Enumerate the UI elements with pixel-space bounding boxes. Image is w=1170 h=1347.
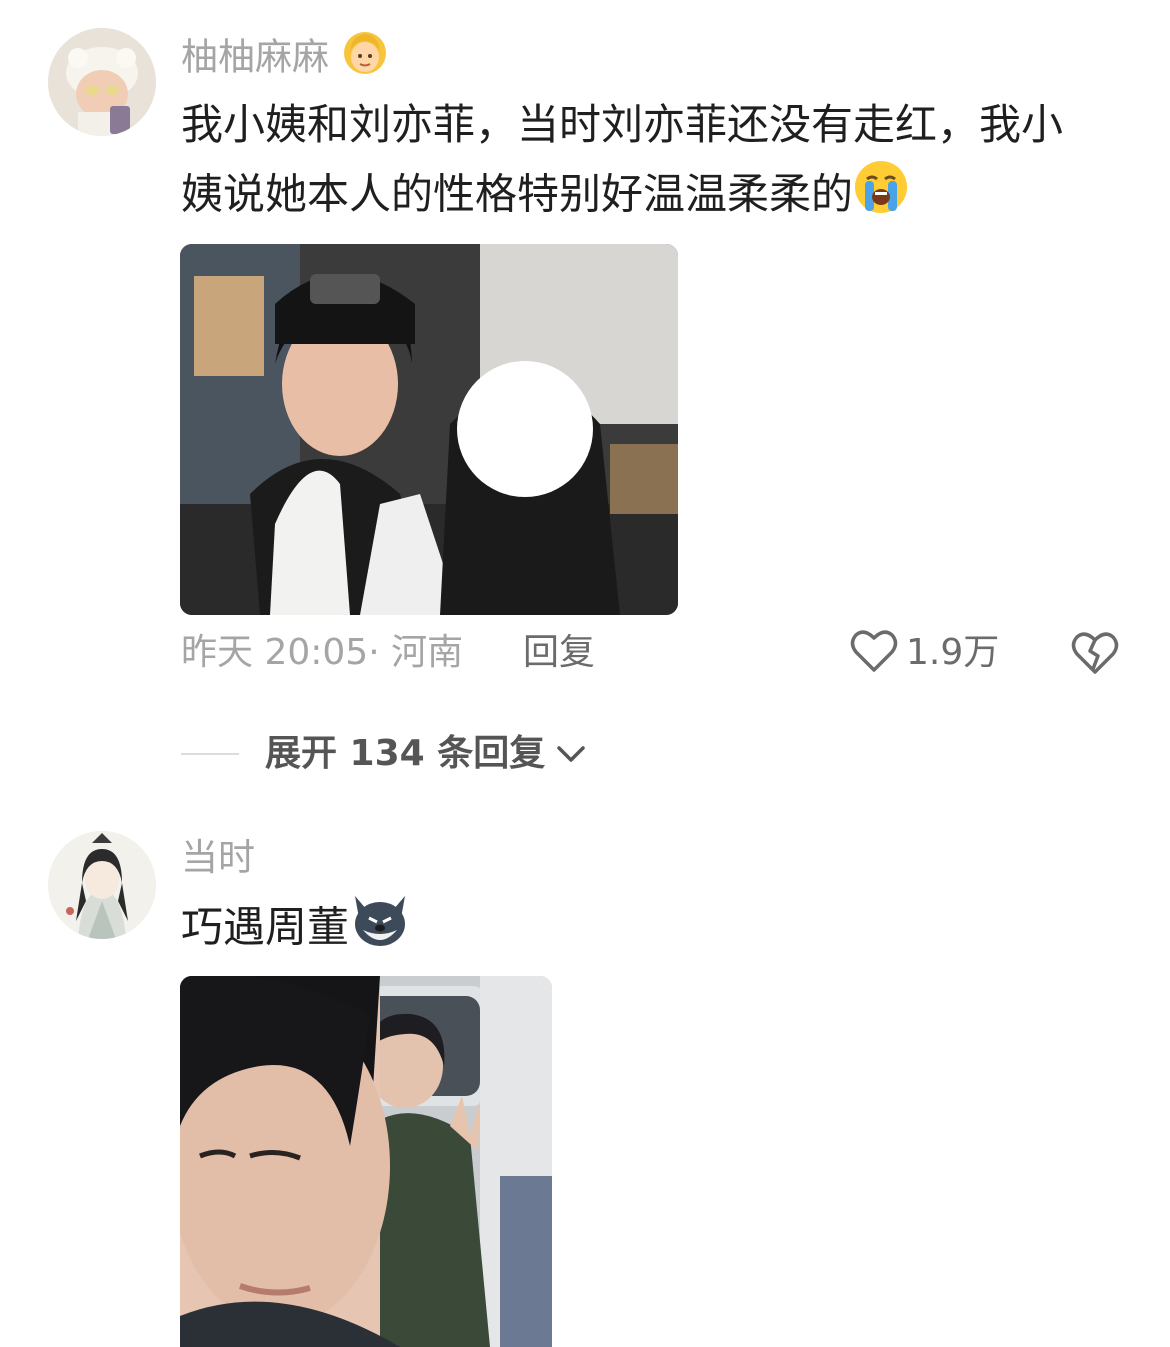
dislike-button[interactable] [1071,631,1119,679]
avatar-ink-character-image [48,831,156,939]
expand-divider [181,753,239,755]
comment-image[interactable] [180,976,552,1347]
expand-replies-button[interactable]: 展开 134 条回复 [181,730,587,778]
crying-face-icon [853,159,909,235]
photo-two-people [180,244,678,615]
comment-text-line: 我小姨和刘亦菲，当时刘亦菲还没有走红，我小 [181,100,1064,149]
like-count: 1.9万 [906,632,1000,673]
username-text: 柚柚麻麻 [181,35,329,79]
comment-timestamp-location: 昨天 20:05· 河南 [181,632,464,673]
comment-text-line: 姨说她本人的性格特别好温温柔柔的 [181,159,1063,235]
broken-heart-icon [1071,632,1119,679]
user-avatar[interactable] [48,28,156,136]
comment-text: 我小姨和刘亦菲，当时刘亦菲还没有走红，我小 姨说她本人的性格特别好温温柔柔的 [181,90,1063,235]
heart-icon [850,629,898,677]
avatar-baby-image [48,28,156,136]
expand-replies-label: 展开 134 条回复 [265,733,546,774]
like-button[interactable]: 1.9万 [850,629,999,677]
husky-dog-icon [349,892,411,968]
chevron-down-icon [555,742,587,766]
username[interactable]: 柚柚麻麻 [181,29,389,89]
woman-blonde-emoji-icon [341,29,389,89]
user-avatar[interactable] [48,831,156,939]
comment-image[interactable] [180,244,678,615]
photo-train-selfie [180,976,552,1347]
reply-button[interactable]: 回复 [523,629,595,677]
comment-text: 巧遇周董 [181,892,411,968]
username[interactable]: 当时 [181,834,255,882]
